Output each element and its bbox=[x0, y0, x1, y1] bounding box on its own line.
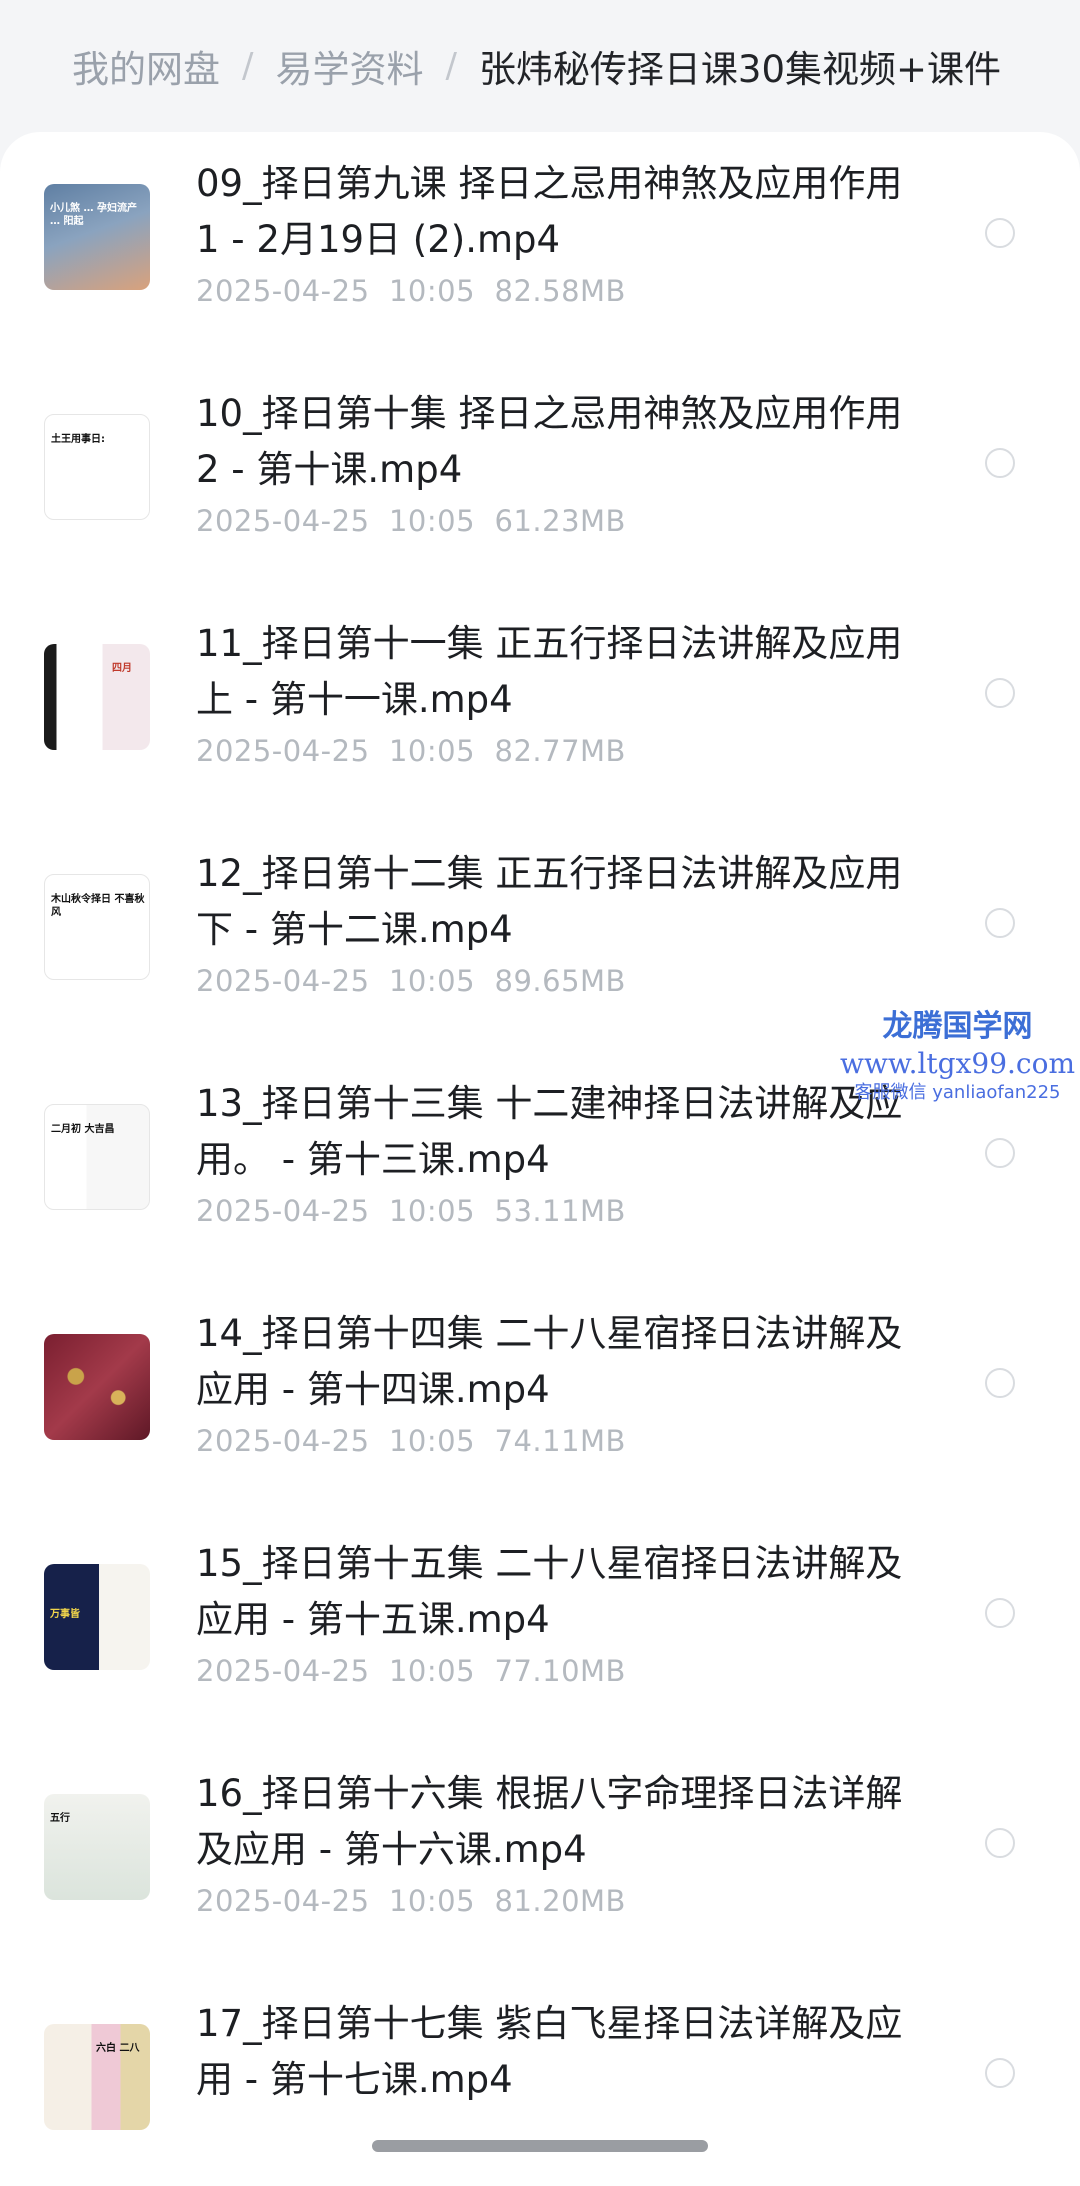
file-meta: 2025-04-25 10:05 61.23MB bbox=[196, 504, 626, 538]
file-row[interactable]: 四月 11_择日第十一集 正五行择日法讲解及应用上 - 第十一课.mp4 202… bbox=[0, 592, 1080, 822]
select-radio[interactable] bbox=[985, 218, 1015, 248]
watermark-site-name: 龙腾国学网 bbox=[882, 1009, 1033, 1044]
file-time: 10:05 bbox=[388, 1194, 476, 1228]
breadcrumb-current-folder: 张炜秘传择日课30集视频+课件 bbox=[478, 48, 1002, 91]
file-time: 10:05 bbox=[388, 1884, 476, 1918]
watermark: 龙腾国学网 www.ltgx99.com 客服微信 yanliaofan225 bbox=[840, 1012, 1075, 1102]
video-thumbnail: 二月初 大吉昌 bbox=[44, 1104, 150, 1210]
file-date: 2025-04-25 bbox=[196, 964, 370, 998]
thumbnail-caption: 六白 二八 bbox=[96, 2043, 140, 2054]
thumbnail-caption: 二月初 大吉昌 bbox=[51, 1124, 115, 1135]
thumbnail-caption: 五行 bbox=[50, 1813, 70, 1824]
file-size: 82.77MB bbox=[494, 734, 626, 768]
file-name: 10_择日第十集 择日之忌用神煞及应用作用2 - 第十课.mp4 bbox=[196, 392, 903, 491]
breadcrumb-item-my-drive[interactable]: 我的网盘 bbox=[72, 39, 220, 93]
file-row[interactable]: 土王用事日: 10_择日第十集 择日之忌用神煞及应用作用2 - 第十课.mp4 … bbox=[0, 362, 1080, 592]
thumbnail-caption: 万事皆 bbox=[50, 1609, 80, 1620]
thumbnail-caption: 小儿煞 … 孕妇流产 … 阳起 bbox=[50, 203, 137, 227]
file-name: 16_择日第十六集 根据八字命理择日法详解及应用 - 第十六课.mp4 bbox=[196, 1772, 903, 1871]
video-thumbnail: 六白 二八 bbox=[44, 2024, 150, 2130]
file-meta: 2025-04-25 10:05 77.10MB bbox=[196, 1654, 626, 1688]
file-meta: 2025-04-25 10:05 74.11MB bbox=[196, 1424, 626, 1458]
file-size: 77.10MB bbox=[494, 1654, 626, 1688]
file-size: 53.11MB bbox=[494, 1194, 626, 1228]
select-radio[interactable] bbox=[985, 1138, 1015, 1168]
video-thumbnail: 土王用事日: bbox=[44, 414, 150, 520]
file-name: 15_择日第十五集 二十八星宿择日法讲解及应用 - 第十五课.mp4 bbox=[196, 1542, 903, 1641]
video-thumbnail: 五行 bbox=[44, 1794, 150, 1900]
file-row[interactable]: 六白 二八 17_择日第十七集 紫白飞星择日法详解及应用 - 第十七课.mp4 bbox=[0, 1972, 1080, 2186]
file-name: 12_择日第十二集 正五行择日法讲解及应用下 - 第十二课.mp4 bbox=[196, 852, 903, 951]
file-date: 2025-04-25 bbox=[196, 1884, 370, 1918]
select-radio[interactable] bbox=[985, 2058, 1015, 2088]
breadcrumb: 我的网盘 / 易学资料 / 张炜秘传择日课30集视频+课件 bbox=[0, 0, 1080, 132]
file-meta: 2025-04-25 10:05 81.20MB bbox=[196, 1884, 626, 1918]
breadcrumb-separator: / bbox=[445, 46, 457, 86]
select-radio[interactable] bbox=[985, 1598, 1015, 1628]
select-radio[interactable] bbox=[985, 678, 1015, 708]
thumbnail-caption: 四月 bbox=[112, 663, 132, 674]
file-name: 14_择日第十四集 二十八星宿择日法讲解及应用 - 第十四课.mp4 bbox=[196, 1312, 903, 1411]
select-radio[interactable] bbox=[985, 448, 1015, 478]
thumbnail-caption: 土王用事日: bbox=[51, 434, 105, 445]
file-time: 10:05 bbox=[388, 1654, 476, 1688]
breadcrumb-item-folder[interactable]: 易学资料 bbox=[275, 39, 423, 93]
select-radio[interactable] bbox=[985, 908, 1015, 938]
file-name: 09_择日第九课 择日之忌用神煞及应用作用1 - 2月19日 (2).mp4 bbox=[196, 162, 903, 261]
file-date: 2025-04-25 bbox=[196, 274, 370, 308]
home-indicator[interactable] bbox=[372, 2140, 708, 2152]
file-meta: 2025-04-25 10:05 82.58MB bbox=[196, 274, 626, 308]
file-row[interactable]: 小儿煞 … 孕妇流产 … 阳起 09_择日第九课 择日之忌用神煞及应用作用1 -… bbox=[0, 132, 1080, 362]
file-name: 11_择日第十一集 正五行择日法讲解及应用上 - 第十一课.mp4 bbox=[196, 622, 903, 721]
video-thumbnail: 万事皆 bbox=[44, 1564, 150, 1670]
file-meta: 2025-04-25 10:05 82.77MB bbox=[196, 734, 626, 768]
video-thumbnail bbox=[44, 1334, 150, 1440]
file-name: 17_择日第十七集 紫白飞星择日法详解及应用 - 第十七课.mp4 bbox=[196, 2002, 903, 2101]
file-time: 10:05 bbox=[388, 964, 476, 998]
file-date: 2025-04-25 bbox=[196, 504, 370, 538]
watermark-contact: 客服微信 yanliaofan225 bbox=[854, 1082, 1061, 1103]
file-size: 61.23MB bbox=[494, 504, 626, 538]
video-thumbnail: 小儿煞 … 孕妇流产 … 阳起 bbox=[44, 184, 150, 290]
file-date: 2025-04-25 bbox=[196, 734, 370, 768]
file-time: 10:05 bbox=[388, 734, 476, 768]
file-name: 13_择日第十三集 十二建神择日法讲解及应用。 - 第十三课.mp4 bbox=[196, 1082, 903, 1181]
file-time: 10:05 bbox=[388, 504, 476, 538]
file-size: 89.65MB bbox=[494, 964, 626, 998]
thumbnail-caption: 木山秋令择日 不喜秋风 bbox=[51, 894, 145, 918]
file-row[interactable]: 14_择日第十四集 二十八星宿择日法讲解及应用 - 第十四课.mp4 2025-… bbox=[0, 1282, 1080, 1512]
video-thumbnail: 木山秋令择日 不喜秋风 bbox=[44, 874, 150, 980]
video-thumbnail: 四月 bbox=[44, 644, 150, 750]
file-size: 74.11MB bbox=[494, 1424, 626, 1458]
breadcrumb-separator: / bbox=[242, 46, 254, 86]
file-date: 2025-04-25 bbox=[196, 1194, 370, 1228]
watermark-url: www.ltgx99.com bbox=[840, 1047, 1076, 1080]
file-row[interactable]: 万事皆 15_择日第十五集 二十八星宿择日法讲解及应用 - 第十五课.mp4 2… bbox=[0, 1512, 1080, 1742]
file-size: 82.58MB bbox=[494, 274, 626, 308]
select-radio[interactable] bbox=[985, 1368, 1015, 1398]
file-row[interactable]: 五行 16_择日第十六集 根据八字命理择日法详解及应用 - 第十六课.mp4 2… bbox=[0, 1742, 1080, 1972]
file-time: 10:05 bbox=[388, 1424, 476, 1458]
select-radio[interactable] bbox=[985, 1828, 1015, 1858]
file-meta: 2025-04-25 10:05 53.11MB bbox=[196, 1194, 626, 1228]
file-date: 2025-04-25 bbox=[196, 1654, 370, 1688]
file-meta: 2025-04-25 10:05 89.65MB bbox=[196, 964, 626, 998]
file-time: 10:05 bbox=[388, 274, 476, 308]
file-list: 小儿煞 … 孕妇流产 … 阳起 09_择日第九课 择日之忌用神煞及应用作用1 -… bbox=[0, 132, 1080, 2186]
file-date: 2025-04-25 bbox=[196, 1424, 370, 1458]
file-size: 81.20MB bbox=[494, 1884, 626, 1918]
